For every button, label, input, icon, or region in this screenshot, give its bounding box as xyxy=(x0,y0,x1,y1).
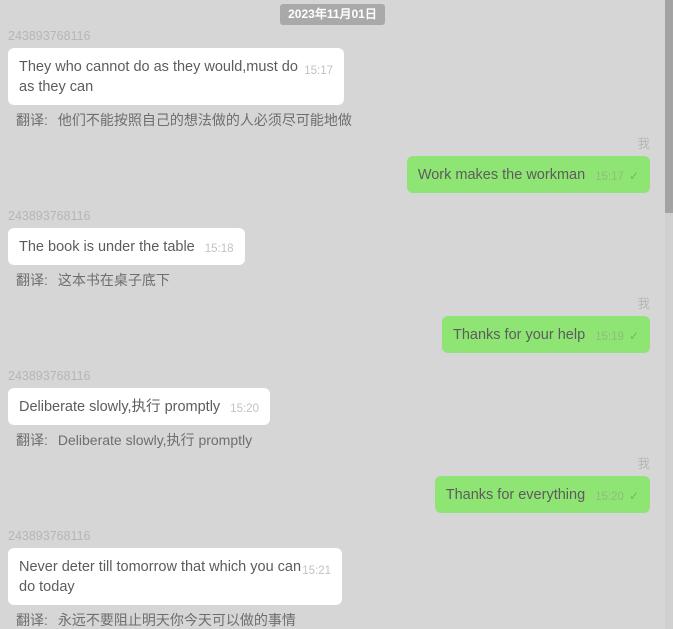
message-group-outgoing: 我 Work makes the workman 15:17 ✓ xyxy=(0,130,665,193)
message-group-outgoing: 我 Thanks for everything 15:20 ✓ xyxy=(0,450,665,513)
sender-label: 243893768116 xyxy=(8,369,91,383)
message-group-incoming: 243893768116 15:17 They who cannot do as… xyxy=(0,22,665,130)
message-bubble-outgoing[interactable]: Work makes the workman 15:17 ✓ xyxy=(406,156,650,193)
message-bubble-incoming[interactable]: 15:17 They who cannot do as they would,m… xyxy=(8,48,344,105)
translation-line: 翻译: 永远不要阻止明天你今天可以做的事情 xyxy=(8,605,665,629)
sender-label: 243893768116 xyxy=(8,29,91,43)
translation-text: 这本书在桌子底下 xyxy=(57,272,170,288)
check-icon: ✓ xyxy=(628,329,639,343)
message-group-incoming: 243893768116 The book is under the table… xyxy=(0,202,665,290)
message-bubble-incoming[interactable]: Deliberate slowly,执行 promptly 15:20 xyxy=(8,388,270,425)
message-bubble-outgoing[interactable]: Thanks for your help 15:19 ✓ xyxy=(441,316,650,353)
message-text: Work makes the workman xyxy=(417,167,586,183)
message-text: Never deter till tomorrow that which you… xyxy=(19,559,306,595)
message-group-outgoing: 我 Thanks for your help 15:19 ✓ xyxy=(0,290,665,353)
vertical-scrollbar-track[interactable] xyxy=(665,0,673,629)
message-group-incoming: 243893768116 Deliberate slowly,执行 prompt… xyxy=(0,362,665,450)
chat-window: 2023年11月01日 243893768116 15:17 They who … xyxy=(0,0,673,629)
translation-text: 他们不能按照自己的想法做的人必须尽可能地做 xyxy=(57,112,352,128)
translation-label: 翻译: xyxy=(16,112,48,128)
message-text: They who cannot do as they would,must do… xyxy=(19,59,302,95)
message-meta: 15:17 ✓ xyxy=(595,169,639,184)
message-text: Thanks for your help xyxy=(452,327,586,343)
message-text: Deliberate slowly,执行 promptly xyxy=(19,399,221,415)
sender-label-me: 我 xyxy=(637,297,650,311)
translation-label: 翻译: xyxy=(16,272,48,288)
message-timestamp: 15:21 xyxy=(302,565,331,577)
message-meta: 15:20 ✓ xyxy=(595,489,639,504)
message-bubble-incoming[interactable]: The book is under the table 15:18 xyxy=(8,228,245,265)
message-text: Thanks for everything xyxy=(445,487,586,503)
translation-line: 翻译: 这本书在桌子底下 xyxy=(8,265,665,290)
sender-label-me: 我 xyxy=(637,137,650,151)
message-meta: 15:21 xyxy=(302,564,331,578)
message-timestamp: 15:20 xyxy=(230,403,259,415)
date-separator: 2023年11月01日 xyxy=(0,0,665,25)
translation-text: Deliberate slowly,执行 promptly xyxy=(57,432,253,448)
message-timestamp: 15:18 xyxy=(204,243,234,255)
message-timestamp: 15:19 xyxy=(595,331,624,343)
message-meta: 15:17 xyxy=(304,64,333,78)
message-timestamp: 15:17 xyxy=(304,65,333,77)
translation-line: 翻译: 他们不能按照自己的想法做的人必须尽可能地做 xyxy=(8,105,665,130)
message-meta: 15:19 ✓ xyxy=(595,329,639,344)
message-text: The book is under the table xyxy=(19,239,195,255)
vertical-scrollbar-thumb[interactable] xyxy=(665,0,673,213)
translation-line: 翻译: Deliberate slowly,执行 promptly xyxy=(8,425,665,450)
sender-label: 243893768116 xyxy=(8,529,91,543)
message-group-incoming: 243893768116 15:21 Never deter till tomo… xyxy=(0,522,665,629)
message-bubble-outgoing[interactable]: Thanks for everything 15:20 ✓ xyxy=(434,476,650,513)
message-list[interactable]: 2023年11月01日 243893768116 15:17 They who … xyxy=(0,0,665,629)
translation-text: 永远不要阻止明天你今天可以做的事情 xyxy=(57,612,296,628)
check-icon: ✓ xyxy=(628,489,639,503)
translation-label: 翻译: xyxy=(16,612,48,628)
message-timestamp: 15:20 xyxy=(595,491,624,503)
translation-label: 翻译: xyxy=(16,432,48,448)
message-bubble-incoming[interactable]: 15:21 Never deter till tomorrow that whi… xyxy=(8,548,342,605)
sender-label-me: 我 xyxy=(637,457,650,471)
sender-label: 243893768116 xyxy=(8,209,91,223)
message-meta: 15:20 xyxy=(230,402,259,416)
check-icon: ✓ xyxy=(628,169,639,183)
message-meta: 15:18 xyxy=(205,242,234,256)
message-timestamp: 15:17 xyxy=(595,171,624,183)
